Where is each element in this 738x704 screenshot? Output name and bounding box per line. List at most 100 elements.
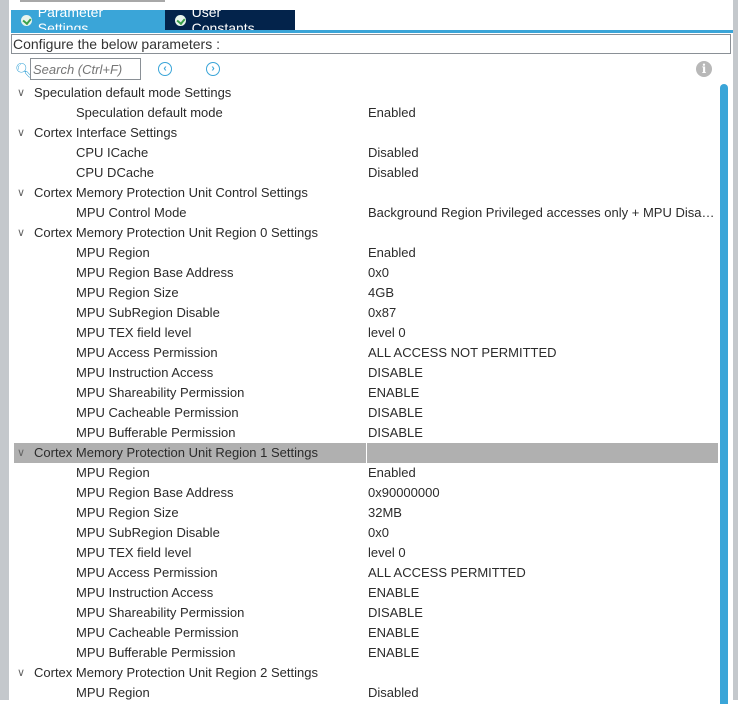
parameter-name: MPU Shareability Permission xyxy=(76,385,245,400)
parameter-name: MPU Region xyxy=(76,245,150,260)
parameter-value[interactable]: level 0 xyxy=(366,543,718,563)
parameter-row[interactable]: MPU Control Mode Background Region Privil… xyxy=(14,203,718,223)
group-row[interactable]: ∨ Cortex Memory Protection Unit Region 2 … xyxy=(14,663,718,683)
parameter-name: CPU DCache xyxy=(76,165,155,180)
parameter-row[interactable]: MPU Region Enabled xyxy=(14,243,718,263)
group-row[interactable]: ∨ Cortex Memory Protection Unit Control S… xyxy=(14,183,718,203)
group-value-cell xyxy=(366,443,718,463)
group-title: Cortex Memory Protection Unit Region 0 S… xyxy=(34,225,318,240)
chevron-down-icon[interactable]: ∨ xyxy=(17,223,25,243)
parameter-row[interactable]: MPU Region Disabled xyxy=(14,683,718,703)
parameter-name: CPU ICache xyxy=(76,145,149,160)
parameter-name: MPU Instruction Access xyxy=(76,585,214,600)
parameter-value[interactable]: 32MB xyxy=(366,503,718,523)
group-row[interactable]: ∨ Cortex Interface Settings xyxy=(14,123,718,143)
configure-label: Configure the below parameters : xyxy=(11,34,731,54)
parameter-value[interactable]: Background Region Privileged accesses on… xyxy=(366,203,718,223)
parameter-row[interactable]: MPU TEX field level level 0 xyxy=(14,543,718,563)
parameter-value[interactable]: 4GB xyxy=(366,283,718,303)
parameter-row[interactable]: MPU Cacheable Permission DISABLE xyxy=(14,403,718,423)
check-circle-icon xyxy=(21,14,32,26)
parameter-value[interactable]: Enabled xyxy=(366,243,718,263)
parameter-value[interactable]: ENABLE xyxy=(366,623,718,643)
parameter-row[interactable]: MPU TEX field level level 0 xyxy=(14,323,718,343)
parameter-name: MPU Access Permission xyxy=(76,565,218,580)
parameter-value[interactable]: DISABLE xyxy=(366,363,718,383)
parameter-value[interactable]: ENABLE xyxy=(366,643,718,663)
parameter-name: MPU Region Base Address xyxy=(76,265,234,280)
parameter-name: MPU Region xyxy=(76,465,150,480)
parameter-name: MPU Cacheable Permission xyxy=(76,405,239,420)
search-input[interactable] xyxy=(30,58,141,80)
parameter-value[interactable]: 0x0 xyxy=(366,523,718,543)
parameter-value[interactable]: DISABLE xyxy=(366,603,718,623)
parameter-value[interactable]: ENABLE xyxy=(366,583,718,603)
parameter-name: MPU SubRegion Disable xyxy=(76,525,220,540)
parameter-value[interactable]: 0x87 xyxy=(366,303,718,323)
chevron-down-icon[interactable]: ∨ xyxy=(17,83,25,103)
parameter-value[interactable]: DISABLE xyxy=(366,403,718,423)
parameter-row[interactable]: MPU Access Permission ALL ACCESS NOT PERM… xyxy=(14,343,718,363)
parameter-value[interactable]: ENABLE xyxy=(366,383,718,403)
parameter-row[interactable]: MPU Region Enabled xyxy=(14,463,718,483)
parameter-row[interactable]: MPU Region Base Address 0x0 xyxy=(14,263,718,283)
parameter-name: MPU Shareability Permission xyxy=(76,605,245,620)
chevron-down-icon[interactable]: ∨ xyxy=(17,123,25,143)
group-title: Cortex Memory Protection Unit Region 1 S… xyxy=(34,445,318,460)
parameter-row[interactable]: MPU SubRegion Disable 0x0 xyxy=(14,523,718,543)
chevron-down-icon[interactable]: ∨ xyxy=(17,443,25,463)
tab-user-constants[interactable]: User Constants xyxy=(165,4,295,36)
parameter-value[interactable]: Enabled xyxy=(366,103,718,123)
parameter-row[interactable]: CPU DCache Disabled xyxy=(14,163,718,183)
group-row[interactable]: ∨ Cortex Memory Protection Unit Region 0 … xyxy=(14,223,718,243)
parameter-row[interactable]: MPU Instruction Access ENABLE xyxy=(14,583,718,603)
right-panel-border xyxy=(733,0,738,700)
group-title: Speculation default mode Settings xyxy=(34,85,232,100)
info-icon[interactable]: i xyxy=(696,61,712,77)
parameter-value[interactable]: ALL ACCESS NOT PERMITTED xyxy=(366,343,718,363)
parameter-value[interactable]: DISABLE xyxy=(366,423,718,443)
parameter-tree: ∨ Speculation default mode Settings Specul… xyxy=(14,83,718,703)
top-divider xyxy=(20,0,165,2)
parameter-value[interactable]: 0x0 xyxy=(366,263,718,283)
parameter-value[interactable]: Enabled xyxy=(366,463,718,483)
parameter-value[interactable]: Disabled xyxy=(366,143,718,163)
tab-underline xyxy=(11,30,733,33)
chevron-down-icon[interactable]: ∨ xyxy=(17,663,25,683)
group-row[interactable]: ∨ Cortex Memory Protection Unit Region 1 … xyxy=(14,443,718,463)
parameter-row[interactable]: MPU Cacheable Permission ENABLE xyxy=(14,623,718,643)
group-title: Cortex Memory Protection Unit Control Se… xyxy=(34,185,308,200)
parameter-row[interactable]: MPU Instruction Access DISABLE xyxy=(14,363,718,383)
parameter-row[interactable]: Speculation default mode Enabled xyxy=(14,103,718,123)
next-icon[interactable]: › xyxy=(206,62,220,76)
previous-icon[interactable]: ‹ xyxy=(158,62,172,76)
parameter-row[interactable]: MPU Shareability Permission ENABLE xyxy=(14,383,718,403)
parameter-value[interactable]: Disabled xyxy=(366,683,718,703)
check-circle-icon xyxy=(175,14,186,26)
parameter-value[interactable]: ALL ACCESS PERMITTED xyxy=(366,563,718,583)
parameter-name: MPU Region Base Address xyxy=(76,485,234,500)
tab-parameter-settings[interactable]: Parameter Settings xyxy=(11,4,165,36)
parameter-name: MPU Access Permission xyxy=(76,345,218,360)
chevron-down-icon[interactable]: ∨ xyxy=(17,183,25,203)
parameter-row[interactable]: CPU ICache Disabled xyxy=(14,143,718,163)
parameter-value[interactable]: Disabled xyxy=(366,163,718,183)
tab-bar: Parameter Settings User Constants xyxy=(11,4,295,36)
parameter-row[interactable]: MPU Shareability Permission DISABLE xyxy=(14,603,718,623)
parameter-row[interactable]: MPU Region Size 32MB xyxy=(14,503,718,523)
parameter-row[interactable]: MPU Region Size 4GB xyxy=(14,283,718,303)
parameter-row[interactable]: MPU SubRegion Disable 0x87 xyxy=(14,303,718,323)
parameter-name: MPU Bufferable Permission xyxy=(76,645,236,660)
left-panel-border xyxy=(0,0,9,700)
parameter-value[interactable]: 0x90000000 xyxy=(366,483,718,503)
scrollbar[interactable] xyxy=(720,84,728,704)
parameter-row[interactable]: MPU Region Base Address 0x90000000 xyxy=(14,483,718,503)
group-row[interactable]: ∨ Speculation default mode Settings xyxy=(14,83,718,103)
parameter-row[interactable]: MPU Bufferable Permission ENABLE xyxy=(14,643,718,663)
parameter-value[interactable]: level 0 xyxy=(366,323,718,343)
parameter-name: MPU TEX field level xyxy=(76,545,192,560)
parameter-name: MPU Region xyxy=(76,685,150,700)
parameter-row[interactable]: MPU Access Permission ALL ACCESS PERMITTE… xyxy=(14,563,718,583)
parameter-row[interactable]: MPU Bufferable Permission DISABLE xyxy=(14,423,718,443)
parameter-name: MPU Cacheable Permission xyxy=(76,625,239,640)
